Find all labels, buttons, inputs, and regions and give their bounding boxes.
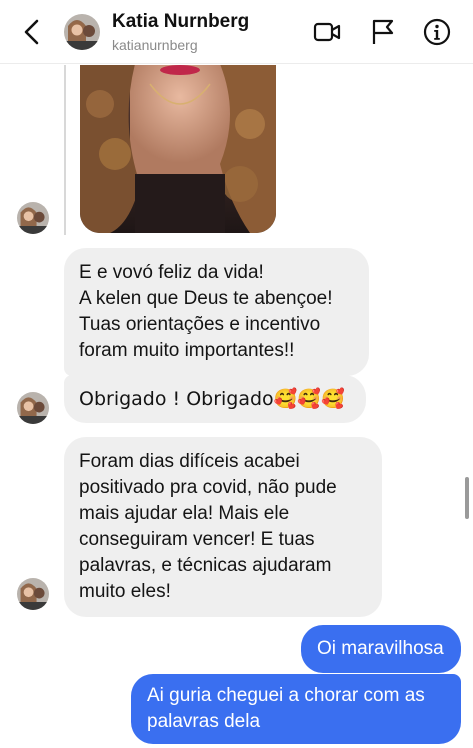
message-line: A kelen que Deus te abençoe! bbox=[79, 288, 333, 309]
message-line: conseguiram vencer! E tuas bbox=[79, 529, 315, 550]
message-line: mais ajudar ela! Mais ele bbox=[79, 503, 290, 524]
incoming-message[interactable]: Obrigado ! Obrigado🥰🥰🥰 bbox=[64, 375, 366, 423]
flag-icon[interactable] bbox=[368, 17, 398, 47]
incoming-message[interactable]: E e vovó feliz da vida! A kelen que Deus… bbox=[64, 248, 369, 376]
avatar[interactable] bbox=[64, 14, 100, 50]
scrollbar-thumb[interactable] bbox=[465, 477, 469, 519]
avatar[interactable] bbox=[17, 202, 49, 234]
message-line: Obrigado ! Obrigado🥰🥰🥰 bbox=[79, 388, 345, 410]
contact-username: katianurnberg bbox=[112, 37, 198, 53]
message-line: palavras, e técnicas ajudaram bbox=[79, 555, 332, 576]
message-line: Tuas orientações e incentivo bbox=[79, 314, 321, 335]
message-line: Oi maravilhosa bbox=[317, 638, 444, 659]
message-line: foram muito importantes!! bbox=[79, 340, 295, 361]
avatar[interactable] bbox=[17, 578, 49, 610]
back-chevron-icon[interactable] bbox=[18, 16, 46, 48]
outgoing-message[interactable]: Ai guria cheguei a chorar com as palavra… bbox=[131, 674, 461, 744]
video-call-icon[interactable] bbox=[312, 17, 342, 47]
message-line: positivado pra covid, não pude bbox=[79, 477, 337, 498]
chat-header: Katia Nurnberg katianurnberg bbox=[0, 0, 473, 64]
message-line: muito eles! bbox=[79, 581, 171, 602]
message-list[interactable]: E e vovó feliz da vida! A kelen que Deus… bbox=[0, 65, 473, 748]
message-line: Ai guria cheguei a chorar com as bbox=[147, 685, 425, 706]
outgoing-message[interactable]: Oi maravilhosa bbox=[301, 625, 461, 673]
shared-photo[interactable] bbox=[80, 65, 276, 233]
info-icon[interactable] bbox=[422, 17, 452, 47]
reply-thread-line bbox=[64, 65, 66, 235]
message-line: Foram dias difíceis acabei bbox=[79, 451, 300, 472]
message-line: E e vovó feliz da vida! bbox=[79, 262, 264, 283]
incoming-message[interactable]: Foram dias difíceis acabei positivado pr… bbox=[64, 437, 382, 617]
contact-name[interactable]: Katia Nurnberg bbox=[112, 11, 249, 33]
message-line: palavras dela bbox=[147, 711, 261, 732]
avatar[interactable] bbox=[17, 392, 49, 424]
